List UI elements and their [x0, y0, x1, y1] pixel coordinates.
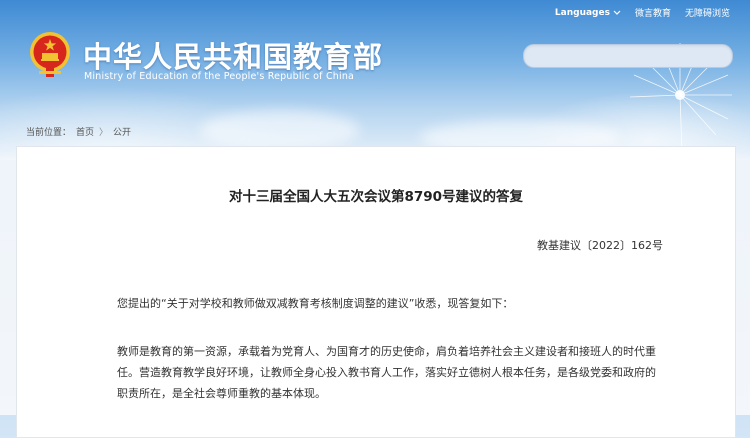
article-paragraph-1: 您提出的“关于对学校和教师做双减教育考核制度调整的建议”收悉，现答复如下：	[117, 297, 514, 310]
search-input[interactable]	[523, 44, 733, 68]
article-title: 对十三届全国人大五次会议第8790号建议的答复	[228, 189, 524, 205]
weibo-link[interactable]: 微言教育	[635, 6, 671, 19]
top-utility-bar: Languages 微言教育 无障碍浏览	[555, 6, 730, 20]
document-number: 教基建议〔2022〕162号	[537, 239, 663, 252]
article-panel: 对十三届全国人大五次会议第8790号建议的答复 教基建议〔2022〕162号 您…	[16, 146, 736, 438]
article-paragraph-2: 教师是教育的第一资源，承载着为党育人、为国育才的历史使命，肩负着培养社会主义建设…	[117, 345, 656, 400]
breadcrumb-prefix: 当前位置：	[26, 128, 72, 138]
accessible-browse-link[interactable]: 无障碍浏览	[685, 6, 730, 19]
breadcrumb-separator: 〉	[99, 128, 109, 138]
breadcrumb-current-link[interactable]: 公开	[113, 125, 131, 138]
cloud-decoration	[200, 110, 360, 150]
chevron-down-icon	[613, 10, 621, 15]
languages-dropdown[interactable]: Languages	[555, 8, 621, 18]
national-emblem-icon[interactable]	[27, 30, 73, 78]
breadcrumb-home-link[interactable]: 首页	[76, 125, 94, 138]
ministry-name-en: Ministry of Education of the People's Re…	[84, 71, 355, 82]
languages-label: Languages	[554, 7, 610, 18]
breadcrumb: 当前位置： 首页 〉 公开	[26, 125, 131, 138]
ministry-name-cn[interactable]: 中华人民共和国教育部	[83, 34, 383, 76]
